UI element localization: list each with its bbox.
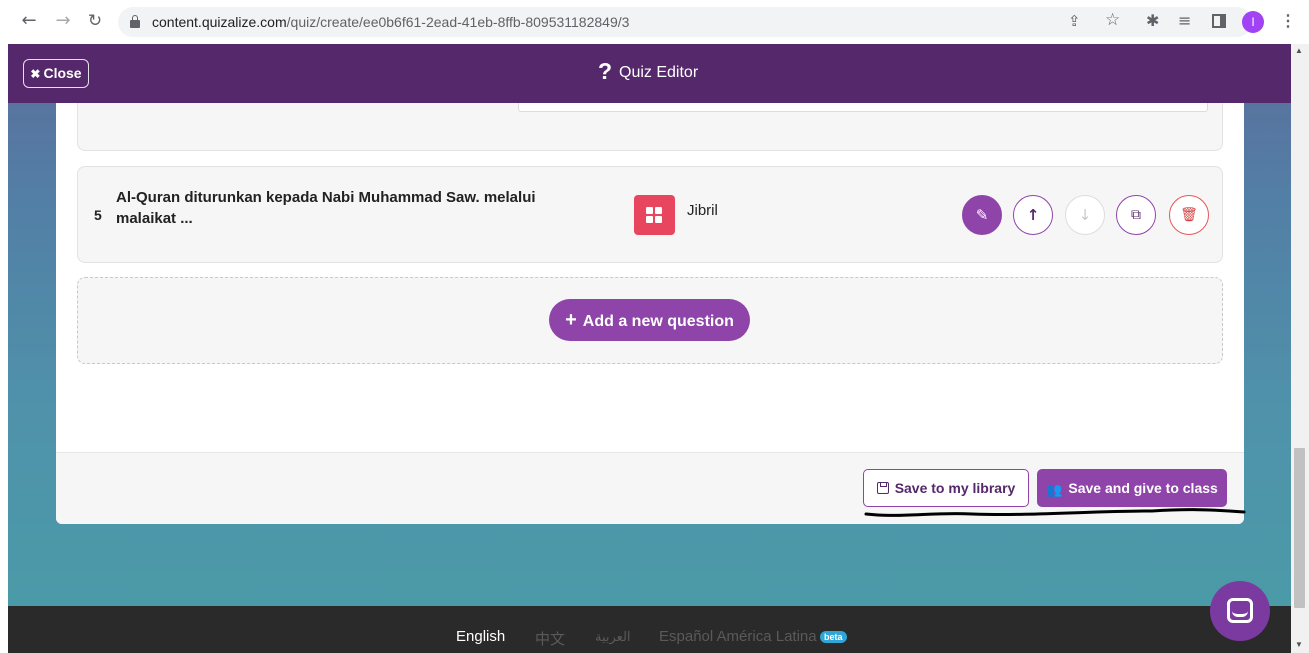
forward-arrow-icon[interactable]: →: [52, 10, 74, 32]
side-panel-icon[interactable]: [1212, 14, 1226, 28]
share-icon[interactable]: ⇪: [1068, 12, 1081, 30]
previous-question-input[interactable]: [518, 103, 1208, 112]
question-mark-icon: ?: [598, 57, 613, 84]
reload-icon[interactable]: ↻: [84, 10, 106, 32]
beta-badge: beta: [820, 631, 847, 643]
site-footer: English 中文 العربية Español América Latin…: [8, 606, 1291, 653]
add-question-label: Add a new question: [582, 313, 734, 330]
plus-icon: +: [565, 309, 577, 331]
arrow-down-icon: ↓: [1078, 206, 1092, 224]
chat-widget-button[interactable]: [1210, 581, 1270, 641]
hand-drawn-underline: [864, 508, 1246, 517]
editor-title-text: Quiz Editor: [619, 64, 699, 81]
edit-question-button[interactable]: ✎: [962, 195, 1002, 235]
add-question-button[interactable]: + Add a new question: [549, 299, 750, 341]
copy-icon: ⧉: [1131, 207, 1141, 223]
add-question-zone: + Add a new question: [77, 277, 1223, 364]
url-path: /quiz/create/ee0b6f61-2ead-41eb-8ffb-809…: [286, 14, 630, 30]
profile-avatar[interactable]: I: [1242, 11, 1264, 33]
question-row: 5 Al-Quran diturunkan kepada Nabi Muhamm…: [77, 166, 1223, 263]
language-spanish-link[interactable]: Español América Latina: [659, 628, 817, 645]
media-control-icon[interactable]: ≡: [1178, 11, 1191, 30]
language-chinese-link[interactable]: 中文: [535, 628, 565, 649]
save-to-library-button[interactable]: Save to my library: [863, 469, 1029, 507]
duplicate-question-button[interactable]: ⧉: [1116, 195, 1156, 235]
save-and-give-to-class-button[interactable]: 👥 Save and give to class: [1037, 469, 1227, 507]
delete-question-button[interactable]: 🗑: [1169, 195, 1209, 235]
kebab-menu-icon[interactable]: ⋮: [1280, 11, 1296, 31]
scroll-down-arrow-icon[interactable]: ▼: [1295, 640, 1303, 649]
url-host: content.quizalize.com: [152, 14, 287, 30]
language-arabic-link[interactable]: العربية: [595, 630, 631, 645]
floppy-disk-icon: [876, 482, 889, 494]
scroll-up-arrow-icon[interactable]: ▲: [1295, 46, 1303, 55]
address-bar[interactable]: content.quizalize.com/quiz/create/ee0b6f…: [118, 7, 1252, 37]
save-class-label: Save and give to class: [1068, 480, 1218, 496]
previous-question-card: [77, 103, 1223, 151]
answer-text: Jibril: [687, 202, 718, 219]
multiple-choice-grid-icon: [634, 195, 675, 235]
pencil-icon: ✎: [975, 206, 989, 224]
question-number: 5: [94, 207, 102, 223]
question-text: Al-Quran diturunkan kepada Nabi Muhammad…: [116, 189, 536, 227]
close-icon: ✖: [30, 67, 41, 81]
back-arrow-icon[interactable]: ←: [18, 10, 40, 32]
language-english-link[interactable]: English: [456, 628, 505, 645]
quiz-editor-card: 5 Al-Quran diturunkan kepada Nabi Muhamm…: [56, 103, 1244, 524]
editor-title: ? Quiz Editor: [598, 57, 699, 86]
close-button[interactable]: ✖ Close: [23, 59, 89, 88]
browser-toolbar: ← → ↻ content.quizalize.com/quiz/create/…: [0, 0, 1309, 44]
arrow-up-icon: ↑: [1026, 206, 1040, 224]
quiz-editor-header: ✖ Close ? Quiz Editor: [8, 44, 1291, 103]
bookmark-star-icon[interactable]: ☆: [1105, 10, 1120, 30]
scrollbar-thumb[interactable]: [1294, 448, 1305, 608]
move-up-button[interactable]: ↑: [1013, 195, 1053, 235]
close-label: Close: [43, 65, 82, 81]
url-text[interactable]: content.quizalize.com/quiz/create/ee0b6f…: [152, 14, 629, 30]
move-down-button[interactable]: ↓: [1065, 195, 1105, 235]
save-library-label: Save to my library: [894, 480, 1016, 496]
lock-icon: [130, 15, 140, 28]
extensions-puzzle-icon[interactable]: ✱: [1146, 11, 1159, 30]
trash-icon: 🗑: [1180, 207, 1198, 223]
